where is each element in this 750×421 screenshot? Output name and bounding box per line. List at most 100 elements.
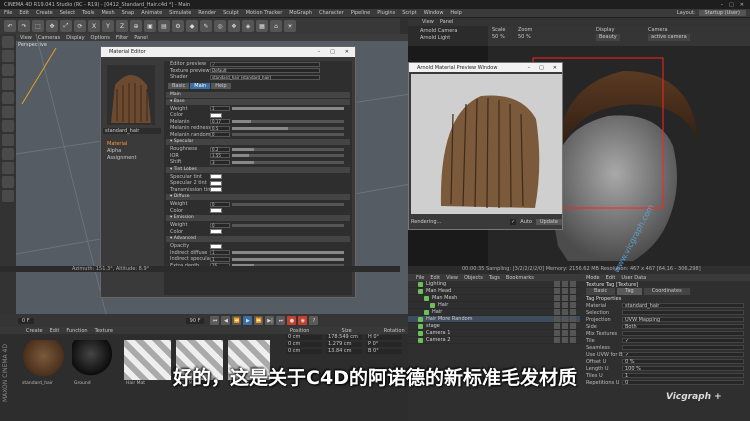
timeline-button[interactable]: ◉ xyxy=(298,316,308,325)
channel-alpha[interactable]: Alpha xyxy=(107,148,136,155)
material-name-field[interactable]: standard_hair xyxy=(103,128,161,134)
object-row[interactable]: Hair More Random xyxy=(408,316,580,323)
make-editable-icon[interactable] xyxy=(2,36,14,48)
menu-item-mesh[interactable]: Mesh xyxy=(101,10,114,16)
mm-menu-texture[interactable]: Texture xyxy=(95,328,113,334)
close-icon[interactable]: ✕ xyxy=(553,65,557,71)
tab-main[interactable]: Main xyxy=(190,82,211,89)
menu-item-plugins[interactable]: Plugins xyxy=(377,10,395,16)
arnold-preview-window[interactable]: Arnold Material Preview Window – □ ✕ Rende… xyxy=(408,62,563,230)
color-swatch[interactable] xyxy=(210,112,222,118)
edges-mode-icon[interactable] xyxy=(2,106,14,118)
attribute-value[interactable]: standard_hair xyxy=(622,303,744,309)
tag-icon[interactable] xyxy=(554,295,560,301)
zoom-value[interactable]: 50 % xyxy=(518,34,532,41)
scale-control[interactable]: Scale 50 % xyxy=(492,27,505,41)
param-slider[interactable] xyxy=(232,107,344,111)
tag-icon[interactable] xyxy=(554,302,560,308)
object-row[interactable]: stage xyxy=(408,323,580,330)
tag-icon[interactable] xyxy=(570,337,576,343)
psr-field[interactable]: 13.84 cm xyxy=(326,349,362,354)
param-slider[interactable] xyxy=(232,257,344,261)
maximize-icon[interactable]: □ xyxy=(539,65,544,71)
attribute-value[interactable]: UVW Mapping xyxy=(622,317,744,323)
attribute-value[interactable] xyxy=(622,345,744,350)
section-emission[interactable]: ▾ Emission xyxy=(166,215,350,221)
color-swatch[interactable] xyxy=(210,243,222,249)
tag-icon[interactable] xyxy=(562,337,568,343)
object-row[interactable]: Lighting xyxy=(408,281,580,288)
tag-icon[interactable] xyxy=(570,302,576,308)
section-specular[interactable]: ▾ Specular xyxy=(166,139,350,145)
color-swatch[interactable] xyxy=(210,229,222,235)
render-view-menu-view[interactable]: View xyxy=(422,19,434,25)
render-settings-icon[interactable]: ⚙ xyxy=(172,20,184,32)
menu-item-help[interactable]: Help xyxy=(450,10,461,16)
cube-icon[interactable]: ◆ xyxy=(186,20,198,32)
update-button[interactable]: Update xyxy=(535,219,562,225)
menu-item-sculpt[interactable]: Sculpt xyxy=(223,10,239,16)
menu-item-tools[interactable]: Tools xyxy=(82,10,94,16)
z-axis-icon[interactable]: Z xyxy=(116,20,128,32)
coord-system-icon[interactable]: ⊕ xyxy=(130,20,142,32)
menu-item-create[interactable]: Create xyxy=(36,10,53,16)
workplane-icon[interactable] xyxy=(2,78,14,90)
param-value[interactable]: 3 xyxy=(210,159,230,165)
psr-field[interactable]: 0 cm xyxy=(286,335,322,340)
model-mode-icon[interactable] xyxy=(2,50,14,62)
texture-mode-icon[interactable] xyxy=(2,64,14,76)
param-value[interactable]: 0 xyxy=(210,222,230,228)
frame-start-field[interactable]: 0 F xyxy=(18,317,34,324)
camera-list-item[interactable]: Arnold Light xyxy=(410,35,486,42)
om-menu-tags[interactable]: Tags xyxy=(489,275,500,281)
timeline-button[interactable]: ▶ xyxy=(243,316,253,325)
redo-icon[interactable]: ↷ xyxy=(18,20,30,32)
x-axis-icon[interactable]: X xyxy=(88,20,100,32)
param-value[interactable]: 1 xyxy=(210,250,230,256)
array-icon[interactable]: ❖ xyxy=(228,20,240,32)
om-menu-bookmarks[interactable]: Bookmarks xyxy=(506,275,534,281)
section-tint-lobes[interactable]: ▾ Tint Lobes xyxy=(166,166,350,173)
color-swatch[interactable] xyxy=(210,208,222,214)
param-value[interactable]: standard_hair (standard_hair) xyxy=(210,74,320,80)
param-value[interactable]: Default xyxy=(210,68,320,74)
snap-icon[interactable] xyxy=(2,162,14,174)
material-editor-window[interactable]: Material Editor – □ ✕ standard_hair Materi… xyxy=(100,46,356,298)
menu-item-edit[interactable]: Edit xyxy=(19,10,29,16)
param-slider[interactable] xyxy=(232,147,344,151)
tag-icon[interactable] xyxy=(562,330,568,336)
minimize-icon[interactable]: – xyxy=(528,65,531,71)
tag-icon[interactable] xyxy=(570,281,576,287)
menu-item-character[interactable]: Character xyxy=(319,10,344,16)
menu-item-mograph[interactable]: MoGraph xyxy=(289,10,312,16)
object-row[interactable]: Hair xyxy=(408,309,580,316)
menu-item-script[interactable]: Script xyxy=(402,10,417,16)
scene-icon[interactable]: ▦ xyxy=(256,20,268,32)
param-value[interactable]: 1 xyxy=(210,106,230,112)
section-diffuse[interactable]: ▾ Diffuse xyxy=(166,194,350,200)
tag-icon[interactable] xyxy=(570,309,576,315)
auto-checkbox[interactable]: ✓ xyxy=(510,219,517,225)
am-tab-basic[interactable]: Basic xyxy=(586,288,616,295)
tag-icon[interactable] xyxy=(562,309,568,315)
tag-icon[interactable] xyxy=(562,316,568,322)
am-tab-tag[interactable]: Tag xyxy=(617,288,642,295)
tag-icon[interactable] xyxy=(570,323,576,329)
tag-icon[interactable] xyxy=(554,316,560,322)
planar-workplane-icon[interactable] xyxy=(2,190,14,202)
y-axis-icon[interactable]: Y xyxy=(102,20,114,32)
param-slider[interactable] xyxy=(232,154,344,158)
timeline-button[interactable]: ◀ xyxy=(221,316,231,325)
tag-icon[interactable] xyxy=(554,337,560,343)
axis-mode-icon[interactable] xyxy=(2,134,14,146)
menu-item-render[interactable]: Render xyxy=(198,10,216,16)
layout-value[interactable]: Startup (User) xyxy=(698,10,746,16)
tweak-mode-icon[interactable] xyxy=(2,148,14,160)
layout-selector[interactable]: Layout: Startup (User) xyxy=(677,10,750,16)
timeline-button[interactable]: ⏭ xyxy=(276,316,286,325)
points-mode-icon[interactable] xyxy=(2,92,14,104)
psr-field[interactable]: 0 cm xyxy=(286,342,322,347)
color-swatch[interactable] xyxy=(210,174,222,180)
timeline-button[interactable]: ⏩ xyxy=(254,316,264,325)
attribute-value[interactable]: Both xyxy=(622,324,744,330)
